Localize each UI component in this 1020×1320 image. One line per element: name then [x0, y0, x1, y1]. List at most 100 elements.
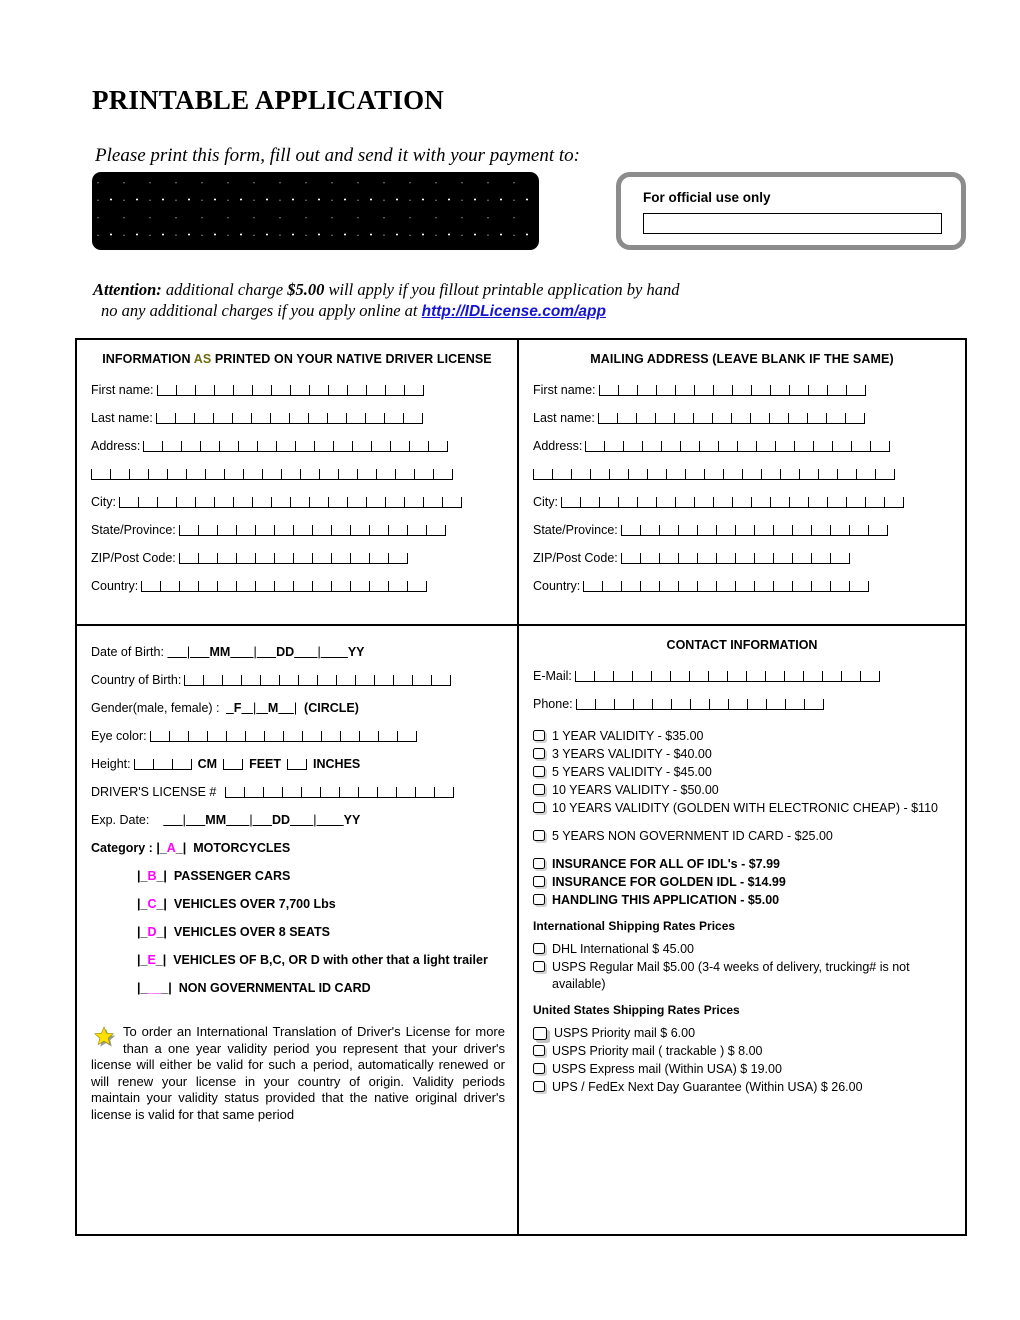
field-cell[interactable]	[818, 468, 837, 480]
field-cell[interactable]	[232, 384, 252, 396]
field-cell[interactable]	[276, 440, 296, 452]
field-cell[interactable]	[772, 524, 792, 536]
field-cell[interactable]	[331, 580, 351, 592]
field-cell[interactable]	[336, 674, 356, 686]
field-cell[interactable]	[368, 524, 388, 536]
mailing-field-firstname[interactable]: First name:	[519, 376, 965, 404]
field-cell[interactable]	[178, 552, 198, 564]
field-cell[interactable]	[851, 440, 871, 452]
contact-field-phone[interactable]: Phone:	[519, 690, 965, 718]
field-cell[interactable]	[238, 440, 258, 452]
field-cell[interactable]	[837, 468, 856, 480]
field-cell[interactable]	[792, 580, 812, 592]
field-cell[interactable]	[167, 468, 186, 480]
field-cell[interactable]	[734, 552, 754, 564]
field-cell[interactable]	[637, 496, 656, 508]
field-cell[interactable]	[364, 412, 384, 424]
field-cell[interactable]	[848, 524, 868, 536]
mailing-field-cells[interactable]	[597, 412, 865, 424]
field-cell[interactable]	[845, 384, 865, 396]
field-cell[interactable]	[756, 440, 776, 452]
field-cell[interactable]	[620, 524, 640, 536]
field-cell[interactable]	[141, 580, 161, 592]
field-cell[interactable]	[788, 384, 808, 396]
field-cell[interactable]	[742, 468, 761, 480]
contact-field-email[interactable]: E-Mail:	[519, 662, 965, 690]
field-cell[interactable]	[235, 524, 255, 536]
field-cell[interactable]	[179, 580, 199, 592]
field-cell[interactable]	[357, 468, 376, 480]
field-cell[interactable]	[317, 674, 337, 686]
field-cell[interactable]	[301, 786, 321, 798]
field-cell[interactable]	[604, 440, 624, 452]
field-cell[interactable]	[293, 580, 313, 592]
field-cell[interactable]	[235, 552, 255, 564]
field-cell[interactable]	[149, 730, 169, 742]
field-cell[interactable]	[699, 440, 719, 452]
field-cell[interactable]	[388, 580, 408, 592]
category-slot[interactable]: |____|	[137, 981, 172, 995]
field-cell[interactable]	[718, 440, 738, 452]
checkbox-icon[interactable]	[533, 1045, 545, 1057]
field-cell[interactable]	[355, 674, 375, 686]
field-cell[interactable]	[620, 552, 640, 564]
field-cell[interactable]	[552, 468, 571, 480]
field-cell[interactable]	[761, 468, 780, 480]
field-cell[interactable]	[181, 440, 201, 452]
field-cell[interactable]	[171, 758, 191, 770]
field-cell[interactable]	[666, 468, 685, 480]
native-field-cells[interactable]	[91, 468, 453, 480]
mailing-field-cells[interactable]	[533, 468, 895, 480]
international-shipping-option[interactable]: DHL International $ 45.00	[533, 941, 965, 958]
us-shipping-option[interactable]: USPS Priority mail $ 6.00	[533, 1025, 965, 1042]
field-cell[interactable]	[884, 496, 903, 508]
field-cell[interactable]	[827, 496, 846, 508]
field-cell[interactable]	[300, 468, 319, 480]
field-cell[interactable]	[425, 524, 445, 536]
field-cell[interactable]	[292, 524, 312, 536]
native-field-cells[interactable]	[178, 524, 446, 536]
field-cell[interactable]	[632, 698, 652, 710]
field-cell[interactable]	[654, 412, 674, 424]
field-cell[interactable]	[281, 468, 300, 480]
native-field-stateprovince[interactable]: State/Province:	[77, 516, 517, 544]
field-cell[interactable]	[385, 496, 404, 508]
field-cell[interactable]	[233, 496, 252, 508]
field-cell[interactable]	[791, 524, 811, 536]
field-cell[interactable]	[390, 440, 410, 452]
field-cell[interactable]	[396, 730, 416, 742]
field-cell[interactable]	[197, 524, 217, 536]
field-cell[interactable]	[806, 412, 826, 424]
field-cell[interactable]	[289, 384, 309, 396]
field-cell[interactable]	[575, 698, 595, 710]
field-cell[interactable]	[225, 730, 245, 742]
field-cell[interactable]	[328, 496, 347, 508]
field-cell[interactable]	[693, 384, 713, 396]
field-cell[interactable]	[282, 786, 302, 798]
field-cell[interactable]	[772, 552, 792, 564]
native-field-city[interactable]: City:	[77, 488, 517, 516]
field-cell[interactable]	[395, 468, 414, 480]
field-cell[interactable]	[263, 730, 283, 742]
field-cell[interactable]	[428, 440, 448, 452]
field-cell[interactable]	[156, 384, 176, 396]
gender-field[interactable]: Gender(male, female) : F | M | (CIRCLE)	[77, 694, 517, 722]
field-cell[interactable]	[867, 524, 887, 536]
eye-color-field[interactable]: Eye color:	[77, 722, 517, 750]
field-cell[interactable]	[152, 758, 172, 770]
field-cell[interactable]	[849, 580, 869, 592]
mailing-field-cells[interactable]	[620, 524, 888, 536]
field-cell[interactable]	[254, 524, 274, 536]
field-cell[interactable]	[808, 496, 827, 508]
field-cell[interactable]	[244, 786, 264, 798]
field-cell[interactable]	[376, 468, 395, 480]
native-field-cont3[interactable]	[77, 460, 517, 488]
category-option-e[interactable]: |_E_| VEHICLES OF B,C, OR D with other t…	[77, 946, 517, 974]
field-cell[interactable]	[414, 468, 433, 480]
field-cell[interactable]	[768, 412, 788, 424]
field-cell[interactable]	[160, 580, 180, 592]
native-field-cells[interactable]	[156, 384, 424, 396]
field-cell[interactable]	[689, 698, 709, 710]
field-cell[interactable]	[685, 468, 704, 480]
field-cell[interactable]	[715, 524, 735, 536]
